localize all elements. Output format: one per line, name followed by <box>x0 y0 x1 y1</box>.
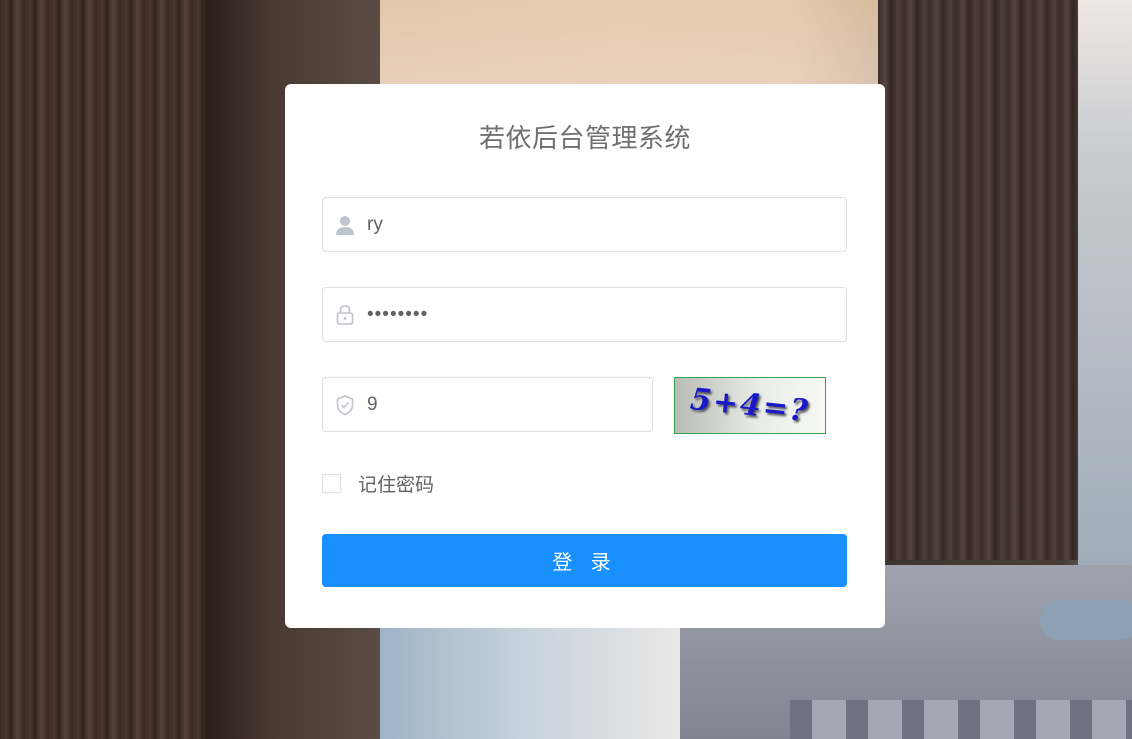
captcha-text: 5+4=? <box>688 381 812 430</box>
login-title: 若依后台管理系统 <box>478 124 691 154</box>
remember-password[interactable]: 记住密码 <box>322 470 434 497</box>
remember-checkbox[interactable] <box>322 474 341 493</box>
user-icon <box>323 198 367 251</box>
remember-label: 记住密码 <box>358 474 435 496</box>
shield-icon <box>323 378 367 431</box>
password-field[interactable] <box>322 287 847 342</box>
lock-icon <box>323 288 367 341</box>
login-button[interactable]: 登 录 <box>322 534 847 587</box>
captcha-input[interactable] <box>367 378 652 431</box>
captcha-image[interactable]: 5+4=? <box>674 377 826 434</box>
login-card: 若依后台管理系统 5+4=? <box>285 84 885 628</box>
password-input[interactable] <box>367 288 846 341</box>
captcha-field[interactable] <box>322 377 653 432</box>
username-input[interactable] <box>367 198 846 251</box>
username-field[interactable] <box>322 197 847 252</box>
